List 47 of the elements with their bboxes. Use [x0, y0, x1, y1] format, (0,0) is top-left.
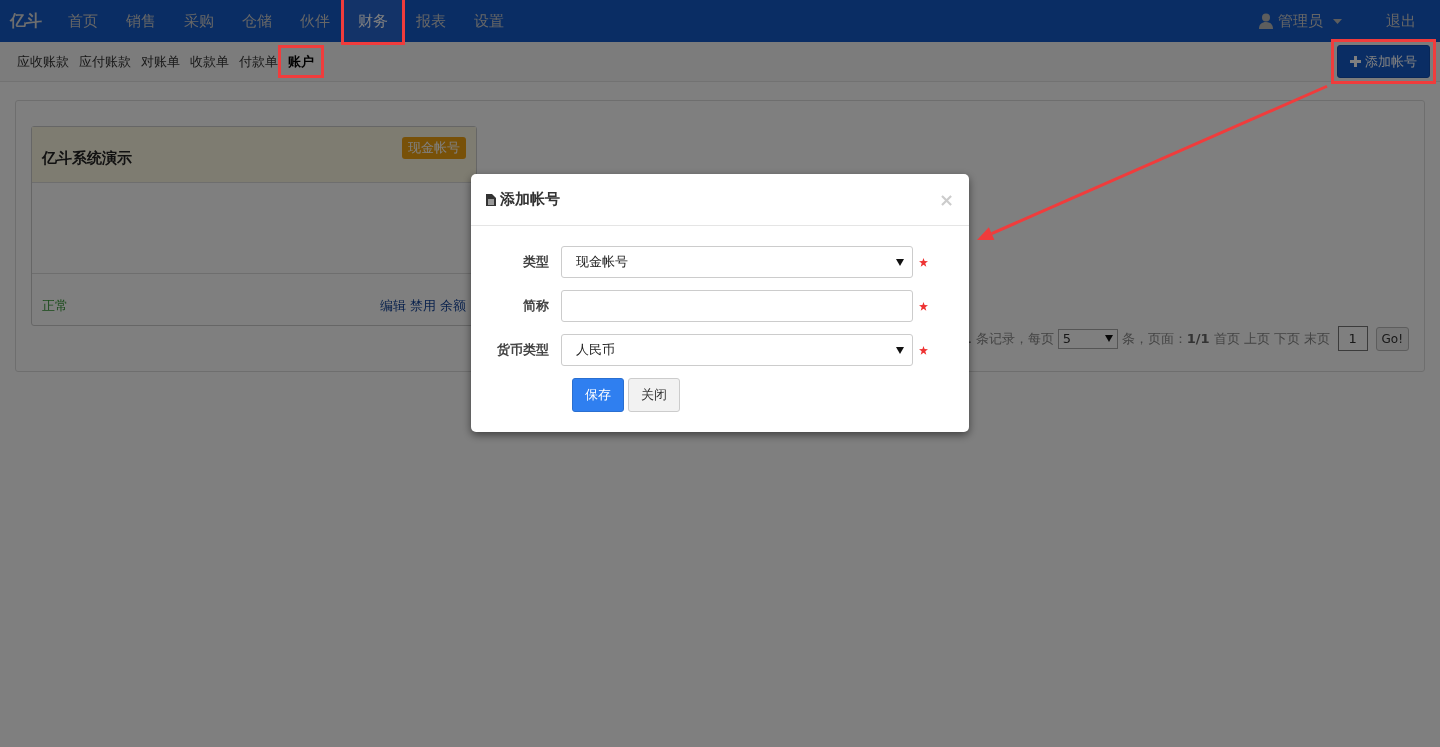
field-label: 货币类型 [496, 341, 550, 360]
user-menu[interactable]: 管理员 [1244, 0, 1356, 42]
subnav-tab[interactable]: 付款单 [234, 49, 283, 74]
record-count-text: 条记录，每页 [962, 328, 1054, 349]
nav-tab[interactable]: 销售 [112, 0, 170, 42]
subnav-tab[interactable]: 账户 [283, 49, 319, 74]
brand-logo: 亿斗 [8, 10, 43, 32]
account-type-tag: 现金帐号 [402, 137, 466, 159]
caret-icon [896, 346, 904, 354]
plus-icon [1350, 56, 1361, 67]
nav-tab[interactable]: 伙伴 [286, 0, 344, 42]
subnav-tab[interactable]: 应收账款 [12, 49, 74, 74]
nav-tab[interactable]: 设置 [460, 0, 518, 42]
pager-link[interactable]: 末页 [1303, 328, 1330, 349]
save-button[interactable]: 保存 [572, 378, 624, 412]
close-dialog-button[interactable]: 关闭 [628, 378, 680, 412]
nav-tab[interactable]: 采购 [170, 0, 228, 42]
nav-tab[interactable]: 仓储 [228, 0, 286, 42]
nav-tab[interactable]: 报表 [402, 0, 460, 42]
field-label: 简称 [522, 297, 550, 316]
text-field[interactable] [561, 290, 913, 322]
pager-link[interactable]: 下页 [1273, 328, 1300, 349]
go-button[interactable]: Go! [1375, 326, 1409, 351]
action-link[interactable]: 禁用 [410, 297, 436, 313]
user-icon [1258, 13, 1274, 29]
subnav-tab[interactable]: 收款单 [185, 49, 234, 74]
page-size-select[interactable]: 5 [1057, 328, 1118, 349]
caret-icon [896, 258, 904, 266]
status-text: 正常 [42, 296, 68, 315]
field-label: 类型 [522, 253, 550, 272]
pager-link[interactable]: 上页 [1243, 328, 1270, 349]
dialog-title: 添加帐号 [500, 189, 560, 211]
caret-icon [1333, 18, 1342, 24]
action-link[interactable]: 余额 [440, 297, 466, 313]
nav-tab[interactable]: 首页 [54, 0, 112, 42]
select-field[interactable]: 人民币 [561, 334, 913, 366]
add-account-button[interactable]: 添加帐号 [1337, 44, 1430, 79]
subnav-tab[interactable]: 对账单 [136, 49, 185, 74]
logout-link[interactable]: 退出 [1372, 0, 1430, 42]
action-link[interactable]: 编辑 [380, 297, 406, 313]
nav-tab[interactable]: 财务 [344, 0, 402, 42]
select-field[interactable]: 现金帐号 [561, 246, 913, 278]
page-number-field[interactable]: 1 [1337, 326, 1368, 351]
subnav-tab[interactable]: 应付账款 [74, 49, 136, 74]
caret-icon [1104, 335, 1113, 342]
account-name: 亿斗系统演示 [42, 148, 132, 169]
document-icon [486, 193, 496, 206]
